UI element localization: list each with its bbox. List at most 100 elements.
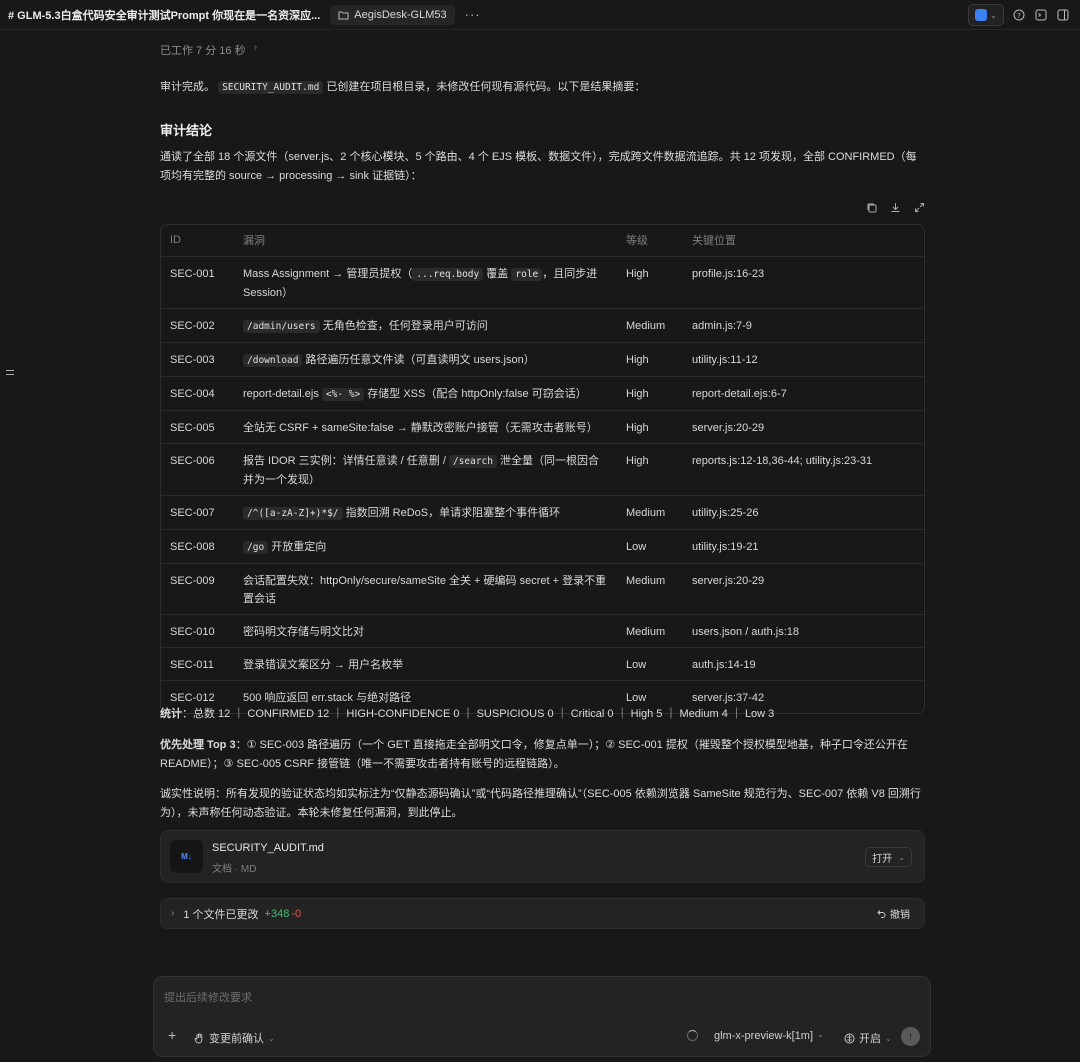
undo-icon [877,910,886,918]
lines-added: +348 [264,907,290,920]
priority-label: 优先处理 Top 3 [160,739,236,751]
table-actions [865,201,925,213]
chevron-down-icon: ⌄ [268,1033,275,1043]
chevron-right-icon: › [171,908,175,919]
add-icon[interactable]: + [168,1027,176,1043]
cell-id: SEC-004 [161,376,234,411]
intro-text-pre: 审计完成。 [160,81,215,93]
cell-id: SEC-008 [161,529,234,564]
stats-text: ：总数 12 ｜ CONFIRMED 12 ｜ HIGH-CONFIDENCE … [182,708,775,720]
thread-title[interactable]: # GLM-5.3白盒代码安全审计测试Prompt 你现在是一名资深应... [8,7,320,23]
agent-selector[interactable]: ⌄ [968,4,1004,26]
findings-table: ID 漏洞 等级 关键位置 SEC-001 Mass Assignment → … [160,224,925,714]
cell-vuln: /download 路径遍历任意文件读（可直读明文 users.json） [234,342,617,377]
table-row: SEC-007 /^([a-zA-Z]+)*$/ 指数回溯 ReDoS，单请求阻… [161,495,924,530]
cell-level: Medium [617,308,683,343]
cell-location: server.js:20-29 [683,563,924,615]
approval-mode-selector[interactable]: 变更前确认 ⌄ [194,1030,275,1046]
help-icon[interactable]: ? [1012,8,1026,22]
table-row: SEC-004 report-detail.ejs <%- %> 存储型 XSS… [161,376,924,411]
cell-vuln: /go 开放重定向 [234,529,617,564]
reasoning-toggle[interactable]: 开启 ⌄ [844,1030,892,1046]
chevron-down-icon: ⌄ [817,1030,824,1039]
cell-location: report-detail.ejs:6-7 [683,376,924,411]
cell-location: profile.js:16-23 [683,256,924,309]
reasoning-label: 开启 [859,1033,881,1045]
cell-location: server.js:20-29 [683,410,924,444]
header-location: 关键位置 [683,225,924,257]
more-icon[interactable]: ··· [465,7,481,22]
cell-vuln: report-detail.ejs <%- %> 存储型 XSS（配合 http… [234,376,617,411]
table-row: SEC-006 报告 IDOR 三实例：详情任意读 / 任意删 / /searc… [161,443,924,496]
project-chip[interactable]: AegisDesk-GLM53 [330,4,455,25]
priority-text: ：① SEC-003 路径遍历（一个 GET 直接拖走全部明文口令，修复点单一）… [160,739,908,770]
work-duration-label: 已工作 7 分 16 秒 [160,45,246,57]
cell-vuln: 全站无 CSRF + sameSite:false → 静默改密账户接管（无需攻… [234,410,617,444]
cell-id: SEC-003 [161,342,234,377]
vuln-code: /download [243,353,303,367]
lines-deleted: -0 [291,907,302,920]
vuln-code: ...req.body [412,267,484,281]
cell-level: Low [617,647,683,681]
vuln-text: Mass Assignment → 管理员提权（ [243,267,413,280]
vuln-text: 指数回溯 ReDoS，单请求阻塞整个事件循环 [342,506,561,519]
cell-vuln: 会话配置失效：httpOnly/secure/sameSite 全关 + 硬编码… [234,563,617,615]
vuln-text: 路径遍历任意文件读（可直读明文 users.json） [302,353,535,366]
send-button[interactable]: ↑ [901,1027,920,1046]
open-button[interactable]: 打开 ⌄ [865,847,912,867]
cell-location: utility.js:25-26 [683,495,924,530]
file-card[interactable]: M↓ SECURITY_AUDIT.md 文档 · MD 打开 ⌄ [160,830,925,883]
cell-vuln: 报告 IDOR 三实例：详情任意读 / 任意删 / /search 泄全量（同一… [234,443,617,496]
copy-icon[interactable] [865,201,877,213]
cell-location: admin.js:7-9 [683,308,924,343]
undo-button[interactable]: 撤销 [877,906,910,921]
brain-icon [844,1033,855,1043]
panel-toggle-icon[interactable] [1056,8,1070,22]
cell-vuln: 登录错误文案区分 → 用户名枚举 [234,647,617,681]
cell-level: High [617,443,683,496]
vuln-code: /admin/users [243,319,320,333]
terminal-icon[interactable] [1034,8,1048,22]
changes-bar[interactable]: › 1 个文件已更改 +348 -0 撤销 [160,898,925,929]
project-name: AegisDesk-GLM53 [354,8,447,21]
cell-id: SEC-001 [161,256,234,309]
intro-paragraph: 审计完成。 SECURITY_AUDIT.md 已创建在项目根目录，未修改任何现… [160,78,925,97]
chevron-down-icon[interactable]: ⌄ [898,853,905,862]
expand-icon[interactable] [913,201,925,213]
cell-id: SEC-007 [161,495,234,530]
vuln-text: 覆盖 [483,267,512,280]
header-vuln: 漏洞 [234,225,617,257]
cell-id: SEC-009 [161,563,234,615]
chevron-down-icon: ⌄ [990,10,997,20]
section-heading: 审计结论 [160,123,213,138]
vuln-code: role [511,267,543,281]
cell-id: SEC-011 [161,647,234,681]
agent-icon [975,9,988,21]
cell-level: High [617,376,683,411]
header-id: ID [161,225,234,257]
cell-id: SEC-010 [161,614,234,648]
vuln-code: /go [243,540,269,554]
table-row: SEC-001 Mass Assignment → 管理员提权（ ...req.b… [161,256,924,309]
file-name: SECURITY_AUDIT.md [212,842,324,854]
work-duration[interactable]: 已工作 7 分 16 秒 › [160,42,257,58]
table-row: SEC-008 /go 开放重定向 Low utility.js:19-21 [161,529,924,564]
vuln-code: /^([a-zA-Z]+)*$/ [243,506,343,520]
cell-location: utility.js:11-12 [683,342,924,377]
cell-location: users.json / auth.js:18 [683,614,924,648]
cell-level: Medium [617,495,683,530]
download-icon[interactable] [889,201,901,213]
composer-input[interactable]: 提出后续修改要求 [164,989,252,1005]
folder-icon [338,11,349,19]
cell-id: SEC-006 [161,443,234,496]
table-row: SEC-009 会话配置失效：httpOnly/secure/sameSite … [161,563,924,615]
summary-paragraph: 通读了全部 18 个源文件（server.js、2 个核心模块、5 个路由、4 … [160,151,917,182]
cell-level: High [617,342,683,377]
cell-level: Medium [617,614,683,648]
intro-file-code: SECURITY_AUDIT.md [218,81,324,94]
sidebar-toggle-icon[interactable] [6,370,14,375]
model-selector[interactable]: glm-x-preview-k[1m] ⌄ [714,1030,824,1042]
cell-location: reports.js:12-18,36-44; utility.js:23-31 [683,443,924,496]
cell-vuln: 密码明文存储与明文比对 [234,614,617,648]
stats-label: 统计 [160,708,182,720]
